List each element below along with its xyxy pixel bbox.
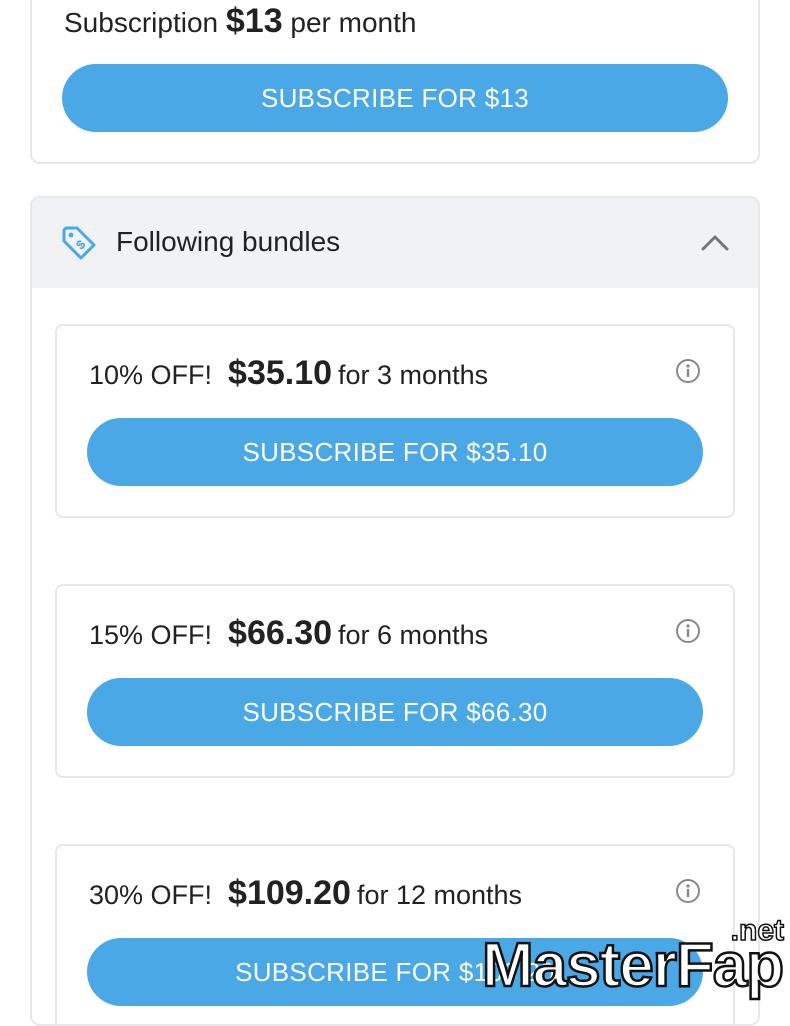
subscription-price: $13 — [225, 2, 283, 40]
chevron-up-icon[interactable] — [700, 230, 730, 254]
subscription-price-line: Subscription $13 per month — [64, 2, 416, 41]
subscribe-bundle-button[interactable]: SUBSCRIBE FOR $66.30 — [87, 678, 703, 746]
info-icon[interactable] — [675, 358, 701, 384]
bundle-card-3-months: 10% OFF! $35.10 for 3 months SUBSCRIBE FOR… — [55, 324, 735, 518]
bundle-price: $109.20 — [228, 874, 351, 912]
bundles-section: $ Following bundles 10% OFF! $35.10 for 3 … — [30, 196, 760, 1026]
bundle-price-line: 15% OFF! $66.30 for 6 months — [89, 614, 488, 653]
subscription-label: Subscription — [64, 7, 219, 38]
watermark-suffix: .net — [730, 913, 785, 948]
bundles-header[interactable]: $ Following bundles — [32, 198, 758, 288]
price-tag-icon: $ — [62, 226, 96, 260]
subscription-period: per month — [290, 7, 417, 38]
bundle-price: $35.10 — [228, 354, 333, 392]
bundle-discount: 15% OFF! — [89, 620, 213, 650]
bundle-period: for 12 months — [356, 880, 523, 910]
bundle-card-6-months: 15% OFF! $66.30 for 6 months SUBSCRIBE FOR… — [55, 584, 735, 778]
bundle-period: for 3 months — [338, 360, 489, 390]
bundle-discount: 10% OFF! — [89, 360, 213, 390]
subscribe-bundle-button[interactable]: SUBSCRIBE FOR $35.10 — [87, 418, 703, 486]
subscribe-button[interactable]: SUBSCRIBE FOR $13 — [62, 64, 728, 132]
bundle-price-line: 10% OFF! $35.10 for 3 months — [89, 354, 488, 393]
bundle-price: $66.30 — [228, 614, 333, 652]
bundle-price-line: 30% OFF! $109.20 for 12 months — [89, 874, 522, 913]
bundle-discount: 30% OFF! — [89, 880, 213, 910]
info-icon[interactable] — [675, 618, 701, 644]
info-icon[interactable] — [675, 878, 701, 904]
bundles-title: Following bundles — [116, 226, 341, 257]
bundle-period: for 6 months — [338, 620, 489, 650]
subscription-card: Subscription $13 per month SUBSCRIBE FOR… — [30, 0, 760, 164]
watermark-logo: MasterFap .net — [480, 913, 790, 1001]
